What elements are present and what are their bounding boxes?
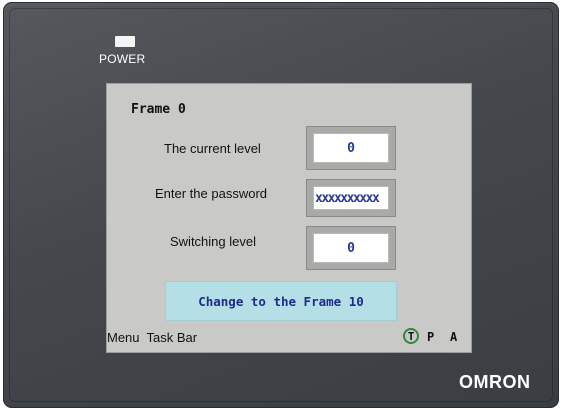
change-frame-button[interactable]: Change to the Frame 10 bbox=[165, 281, 397, 321]
switching-level-box: 0 bbox=[306, 226, 396, 270]
password-input[interactable]: xxxxxxxxxx bbox=[313, 186, 389, 210]
t-indicator-button[interactable]: T bbox=[403, 328, 419, 344]
p-indicator-button[interactable]: P bbox=[427, 330, 434, 344]
power-label: POWER bbox=[99, 52, 146, 66]
t-indicator-label: T bbox=[407, 329, 415, 343]
password-box: xxxxxxxxxx bbox=[306, 179, 396, 217]
current-level-box: 0 bbox=[306, 126, 396, 170]
menu-task-bar-label[interactable]: Menu Task Bar bbox=[107, 330, 197, 345]
frame-title: Frame 0 bbox=[131, 102, 186, 117]
password-label: Enter the password bbox=[155, 186, 268, 201]
power-led-icon bbox=[115, 36, 135, 47]
hmi-screen: Frame 0 The current level 0 Enter the pa… bbox=[106, 83, 472, 353]
current-level-display: 0 bbox=[313, 133, 389, 163]
task-bar: Menu Task Bar T P A bbox=[107, 328, 471, 350]
current-level-label: The current level bbox=[164, 141, 261, 156]
omron-logo: OMRON bbox=[459, 372, 531, 392]
switching-level-input[interactable]: 0 bbox=[313, 233, 389, 263]
a-indicator-button[interactable]: A bbox=[450, 330, 457, 344]
switching-level-label: Switching level bbox=[170, 234, 256, 249]
